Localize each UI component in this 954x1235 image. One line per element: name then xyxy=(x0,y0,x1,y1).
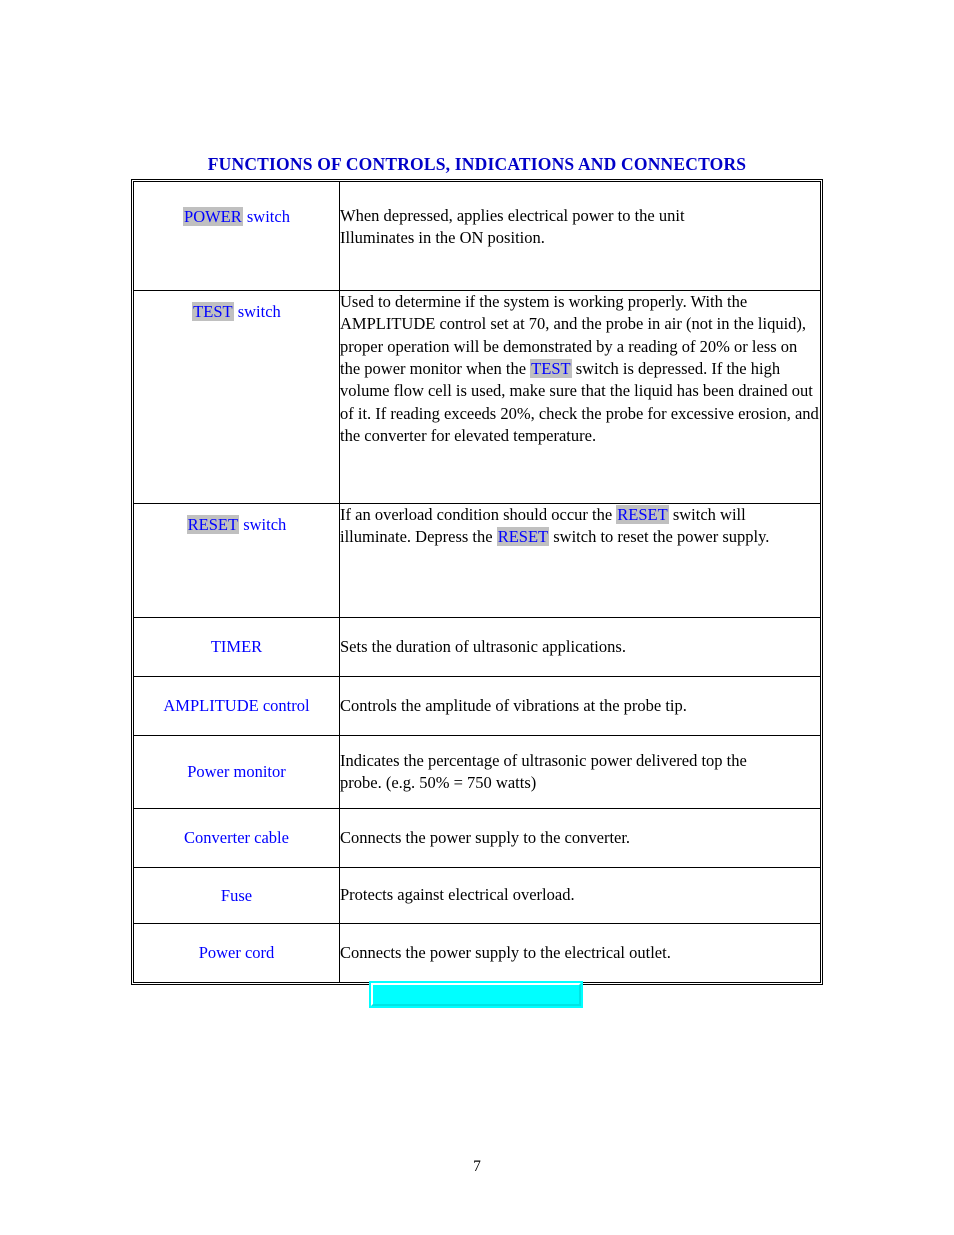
table-row: Power monitor Indicates the percentage o… xyxy=(134,735,820,809)
page-number: 7 xyxy=(473,1158,481,1175)
table-row: RESET switch If an overload condition sh… xyxy=(134,503,820,618)
control-description-cell: Protects against electrical overload. xyxy=(339,867,820,924)
control-label: Power monitor xyxy=(187,762,286,782)
controls-table: POWER switch When depressed, applies ele… xyxy=(134,182,820,982)
description-keyword-highlight: RESET xyxy=(496,527,550,547)
table-row: POWER switch When depressed, applies ele… xyxy=(134,182,820,291)
control-label-cell: Fuse xyxy=(134,867,340,924)
table-row: Fuse Protects against electrical overloa… xyxy=(134,867,820,924)
control-label-suffix: switch xyxy=(233,302,281,321)
control-label-cell: TIMER xyxy=(134,617,340,677)
control-label: Converter cable xyxy=(184,828,289,848)
control-label: TIMER xyxy=(210,637,263,657)
table-row: AMPLITUDE control Controls the amplitude… xyxy=(134,676,820,736)
description-keyword-highlight: TEST xyxy=(530,359,572,379)
table-row: TEST switch Used to determine if the sys… xyxy=(134,290,820,504)
table-row: Power cord Connects the power supply to … xyxy=(134,923,820,982)
control-label: RESET switch xyxy=(186,515,287,534)
description-line-1: When depressed, applies electrical power… xyxy=(340,206,685,225)
control-label-suffix: switch xyxy=(242,207,290,226)
control-description-cell: Indicates the percentage of ultrasonic p… xyxy=(339,735,820,809)
page-title: FUNCTIONS OF CONTROLS, INDICATIONS AND C… xyxy=(207,154,747,174)
description-line-2: Illuminates in the ON position. xyxy=(340,228,545,248)
control-label: AMPLITUDE control xyxy=(163,696,310,716)
table-row: Converter cable Connects the power suppl… xyxy=(134,808,820,868)
control-label: POWER switch xyxy=(183,207,290,226)
description-segment: switch to reset the power supply. xyxy=(549,527,770,547)
control-label: TEST switch xyxy=(192,302,281,321)
control-label: Power cord xyxy=(198,943,275,963)
control-label-cell: TEST switch xyxy=(134,290,340,504)
control-description: Protects against electrical overload. xyxy=(340,885,575,905)
control-label: Fuse xyxy=(220,885,253,905)
control-description-cell: Connects the power supply to the electri… xyxy=(339,923,820,982)
description-keyword-highlight: RESET xyxy=(616,505,669,524)
control-label-cell: RESET switch xyxy=(134,503,340,618)
control-description-cell: Used to determine if the system is worki… xyxy=(339,290,820,504)
control-label-cell: POWER switch xyxy=(134,182,340,291)
control-label-cell: Converter cable xyxy=(134,808,340,868)
control-keyword-highlight: TEST xyxy=(192,302,234,321)
control-keyword-highlight: POWER xyxy=(183,207,243,226)
control-description-cell: Controls the amplitude of vibrations at … xyxy=(339,676,820,736)
document-page: FUNCTIONS OF CONTROLS, INDICATIONS AND C… xyxy=(0,0,954,1235)
control-label-cell: AMPLITUDE control xyxy=(134,676,340,736)
control-label-cell: Power monitor xyxy=(134,735,340,809)
control-keyword-highlight: RESET xyxy=(186,515,240,534)
control-description: If an overload condition should occur th… xyxy=(340,504,820,549)
control-description: Connects the power supply to the electri… xyxy=(340,942,671,962)
control-description-cell: Sets the duration of ultrasonic applicat… xyxy=(339,617,820,677)
control-description: Sets the duration of ultrasonic applicat… xyxy=(340,636,626,656)
controls-table-container: POWER switch When depressed, applies ele… xyxy=(131,179,823,985)
control-description-cell: If an overload condition should occur th… xyxy=(339,503,820,618)
control-label-suffix: switch xyxy=(239,515,287,534)
description-line-1: Indicates the percentage of ultrasonic p… xyxy=(340,750,747,770)
control-description: Used to determine if the system is worki… xyxy=(340,291,820,447)
description-line-2: probe. (e.g. 50% = 750 watts) xyxy=(340,773,537,792)
control-description: Connects the power supply to the convert… xyxy=(340,827,631,847)
description-segment: If an overload condition should occur th… xyxy=(340,505,617,524)
cyan-placeholder-box[interactable] xyxy=(371,983,581,1006)
control-description: When depressed, applies electrical power… xyxy=(340,205,820,250)
control-description-cell: When depressed, applies electrical power… xyxy=(339,182,820,291)
control-label-cell: Power cord xyxy=(134,923,340,982)
control-description-cell: Connects the power supply to the convert… xyxy=(339,808,820,868)
control-description: Indicates the percentage of ultrasonic p… xyxy=(340,750,820,795)
table-row: TIMER Sets the duration of ultrasonic ap… xyxy=(134,617,820,677)
control-description: Controls the amplitude of vibrations at … xyxy=(340,695,687,715)
